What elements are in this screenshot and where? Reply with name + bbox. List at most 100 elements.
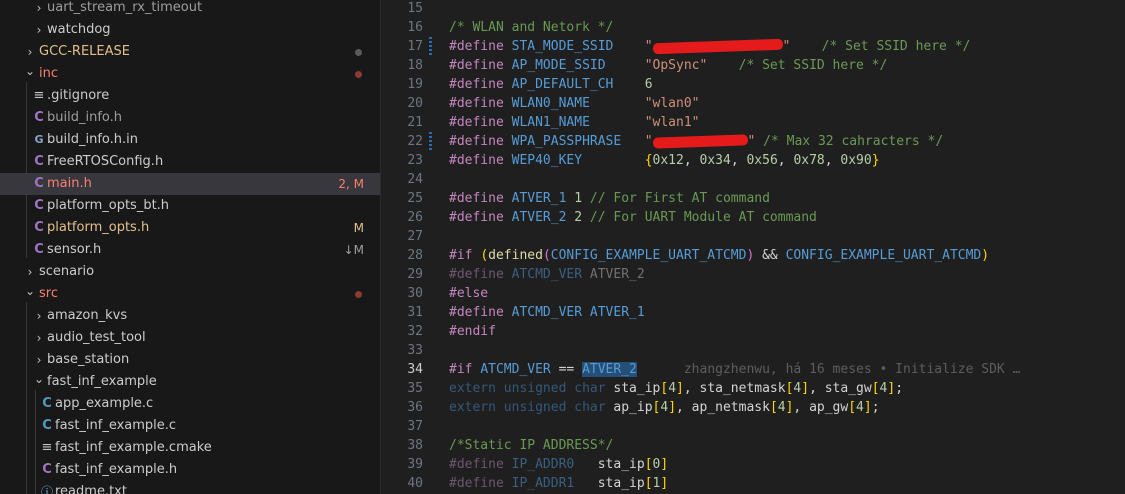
chevron-right-icon[interactable]: › xyxy=(33,305,45,327)
code-token: // For First AT command xyxy=(589,191,770,206)
code-text: #define IP_ADDR1 sta_ip[1] xyxy=(449,474,668,493)
code-token: char xyxy=(574,400,606,415)
file-item-freertosconfig-h[interactable]: C FreeRTOSConfig.h xyxy=(0,151,380,173)
indent-guide xyxy=(26,82,27,258)
code-line[interactable]: 19 #define AP_DEFAULT_CH 6 xyxy=(381,75,1125,94)
code-token: [ xyxy=(871,381,880,396)
code-line[interactable]: 38 /*Static IP ADDRESS*/ xyxy=(381,436,1125,455)
file-item-app-example-c[interactable]: Capp_example.c xyxy=(0,393,380,415)
code-token: #define xyxy=(449,476,504,491)
line-number: 22 xyxy=(407,134,423,149)
code-line[interactable]: 23 #define WEP40_KEY {0x12, 0x34, 0x56, 0… xyxy=(381,151,1125,170)
file-item-fast-inf-example-cmake[interactable]: ≡ fast_inf_example.cmake xyxy=(0,437,380,459)
folder-item-src[interactable]: ⌄ src xyxy=(0,283,380,305)
line-number: 40 xyxy=(407,476,423,491)
code-line[interactable]: 28 #if (defined(CONFIG_EXAMPLE_UART_ATCMD… xyxy=(381,246,1125,265)
chevron-right-icon[interactable]: › xyxy=(33,327,45,349)
code-line[interactable]: 33 xyxy=(381,341,1125,360)
code-token: #define xyxy=(449,58,504,73)
chevron-down-icon[interactable]: ⌄ xyxy=(24,280,36,302)
file-item-readme-txt[interactable]: ⓘ readme.txt xyxy=(0,481,380,494)
file-item-fast-inf-example-h[interactable]: Cfast_inf_example.h xyxy=(0,459,380,481)
tree-item-label: readme.txt xyxy=(55,484,127,494)
code-line[interactable]: 30 #else xyxy=(381,284,1125,303)
code-line[interactable]: 32 #endif xyxy=(381,322,1125,341)
folder-item-fast-inf-example[interactable]: ⌄ fast_inf_example xyxy=(0,371,380,393)
file-item-build-info-h[interactable]: Cbuild_info.h xyxy=(0,107,380,129)
code-line[interactable]: 20 #define WLAN0_NAME "wlan0" xyxy=(381,94,1125,113)
folder-item-amazon-kvs[interactable]: › amazon_kvs xyxy=(0,305,380,327)
line-number: 36 xyxy=(407,400,423,415)
code-line[interactable]: 16 /* WLAN and Netork */ xyxy=(381,18,1125,37)
file-item-platform-opts-bt-h[interactable]: Cplatform_opts_bt.h xyxy=(0,195,380,217)
line-number: 37 xyxy=(407,419,423,434)
file-item-fast-inf-example-c[interactable]: Cfast_inf_example.c xyxy=(0,415,380,437)
code-line[interactable]: 31 #define ATCMD_VER ATVER_1 xyxy=(381,303,1125,322)
code-editor[interactable]: 15 16/* WLAN and Netork */17 #define STA_M… xyxy=(381,0,1125,494)
line-number: 23 xyxy=(407,153,423,168)
chevron-right-icon[interactable]: › xyxy=(33,0,45,19)
code-line[interactable]: 39 #define IP_ADDR0 sta_ip[0] xyxy=(381,455,1125,474)
code-line[interactable]: 25 #define ATVER_1 1 // For First AT comm… xyxy=(381,189,1125,208)
code-token: #define xyxy=(449,210,504,225)
git-status-badge: ↓M xyxy=(343,243,364,257)
code-token: #else xyxy=(449,286,489,301)
gutter-modified-marker[interactable] xyxy=(429,132,432,151)
file-item-platform-opts-h[interactable]: Cplatform_opts.h M xyxy=(0,217,380,239)
code-line[interactable]: 26 #define ATVER_2 2 // For UART Module A… xyxy=(381,208,1125,227)
code-line[interactable]: 17 #define STA_MODE_SSID " " /* Set SSID h… xyxy=(381,37,1125,56)
code-token: WLAN1_NAME xyxy=(511,115,590,130)
chevron-down-icon[interactable]: ⌄ xyxy=(24,60,36,82)
folder-item-inc[interactable]: ⌄ inc xyxy=(0,63,380,85)
line-number: 27 xyxy=(407,229,423,244)
code-line[interactable]: 15 xyxy=(381,0,1125,18)
folder-item-base-station[interactable]: › base_station xyxy=(0,349,380,371)
chevron-right-icon[interactable]: › xyxy=(33,19,45,41)
line-number: 16 xyxy=(407,20,423,35)
code-line[interactable]: 37 xyxy=(381,417,1125,436)
code-line[interactable]: 34 #if ATCMD_VER == ATVER_2 zhangzhenwu, … xyxy=(381,360,1125,379)
code-line[interactable]: 35 extern unsigned char sta_ip[4], sta_ne… xyxy=(381,379,1125,398)
redaction-mark xyxy=(652,38,783,55)
code-token: WPA_PASSPHRASE xyxy=(511,134,622,149)
code-line[interactable]: 29 #define ATCMD_VER ATVER_2 xyxy=(381,265,1125,284)
code-line[interactable]: 36 extern unsigned char ap_ip[4], ap_netm… xyxy=(381,398,1125,417)
file-item-build-info-h-in[interactable]: Gbuild_info.h.in xyxy=(0,129,380,151)
code-line[interactable]: 24 xyxy=(381,170,1125,189)
folder-item-uart-stream-rx-timeout[interactable]: › uart_stream_rx_timeout xyxy=(0,0,380,19)
code-token: "OpSync" xyxy=(644,58,708,73)
tree-item-label: base_station xyxy=(47,352,130,367)
code-token: 4 xyxy=(856,400,864,415)
line-number: 30 xyxy=(407,286,423,301)
code-line[interactable]: 22 #define WPA_PASSPHRASE " " /* Max 32 ca… xyxy=(381,132,1125,151)
code-line[interactable]: 18 #define AP_MODE_SSID "OpSync" /* Set S… xyxy=(381,56,1125,75)
tree-item-label: scenario xyxy=(39,264,95,279)
file-item-main-h[interactable]: Cmain.h 2, M xyxy=(0,173,380,195)
folder-item-audio-test-tool[interactable]: › audio_test_tool xyxy=(0,327,380,349)
chevron-down-icon[interactable]: ⌄ xyxy=(33,368,45,390)
redaction-mark xyxy=(652,134,748,149)
folder-item-watchdog[interactable]: › watchdog xyxy=(0,19,380,41)
folder-item-gcc-release[interactable]: › GCC-RELEASE xyxy=(0,41,380,63)
code-line[interactable]: 40 #define IP_ADDR1 sta_ip[1] xyxy=(381,474,1125,493)
code-line[interactable]: 27 xyxy=(381,227,1125,246)
tree-item-label: fast_inf_example.c xyxy=(55,418,177,433)
code-token: [ xyxy=(644,476,653,491)
file-item-gitignore[interactable]: ≡ .gitignore xyxy=(0,85,380,107)
code-token: ] xyxy=(660,457,669,472)
folder-item-scenario[interactable]: › scenario xyxy=(0,261,380,283)
code-token: 1 xyxy=(574,191,583,206)
git-blame-annotation: zhangzhenwu, há 16 meses • Initialize SD… xyxy=(683,362,1021,377)
file-item-sensor-h[interactable]: Csensor.h ↓M xyxy=(0,239,380,261)
code-token: 0x90 xyxy=(840,153,872,168)
code-token: #define xyxy=(449,39,504,54)
gutter-modified-marker[interactable] xyxy=(429,37,432,56)
code-line[interactable]: 21 #define WLAN1_NAME "wlan1" xyxy=(381,113,1125,132)
